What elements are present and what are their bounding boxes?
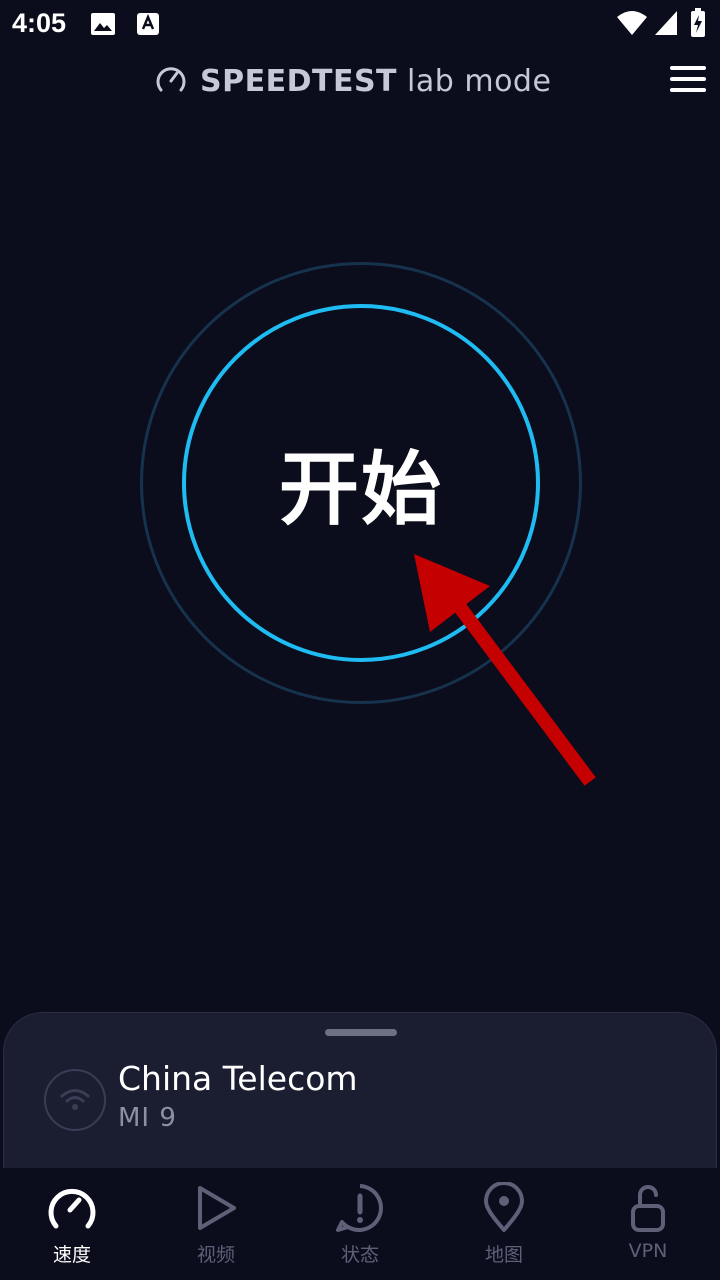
- map-pin-icon: [484, 1182, 524, 1232]
- nav-status[interactable]: 状态: [288, 1168, 432, 1280]
- alert-icon: [336, 1184, 383, 1232]
- app-title-text: SPEEDTEST lab mode: [200, 64, 551, 99]
- sheet-drag-handle[interactable]: [325, 1029, 397, 1036]
- hamburger-menu-icon: [670, 66, 706, 70]
- text-a-icon: [136, 12, 160, 40]
- unlock-icon: [631, 1185, 665, 1232]
- bottom-nav: 速度 视频 状态 地图 VPN: [0, 1168, 720, 1280]
- nav-vpn[interactable]: VPN: [576, 1168, 720, 1280]
- app-header: SPEEDTEST lab mode: [0, 56, 720, 106]
- play-icon: [198, 1186, 236, 1230]
- nav-speed-label: 速度: [52, 1244, 91, 1266]
- go-button-label: 开始: [279, 443, 443, 536]
- nav-status-label: 状态: [340, 1244, 379, 1266]
- menu-button[interactable]: [670, 66, 706, 94]
- status-bar: 4:05: [0, 0, 720, 48]
- nav-map[interactable]: 地图: [432, 1168, 576, 1280]
- hamburger-line: [670, 77, 706, 81]
- nav-video-label: 视频: [196, 1244, 235, 1266]
- connection-sheet[interactable]: China Telecom MI 9: [3, 1012, 717, 1172]
- nav-map-label: 地图: [484, 1244, 523, 1266]
- status-time: 4:05: [12, 8, 67, 38]
- nav-vpn-label: VPN: [628, 1240, 668, 1262]
- wifi-icon: [616, 10, 648, 40]
- speedometer-icon: [154, 62, 188, 100]
- device-name: MI 9: [118, 1103, 177, 1133]
- battery-charging-icon: [690, 8, 706, 42]
- nav-video[interactable]: 视频: [144, 1168, 288, 1280]
- provider-name: China Telecom: [118, 1059, 358, 1098]
- image-icon: [90, 12, 116, 40]
- hamburger-line: [670, 88, 706, 92]
- cell-signal-icon: [654, 10, 678, 40]
- connection-wifi-icon: [44, 1069, 106, 1131]
- title-light: lab mode: [397, 63, 552, 99]
- annotation-arrow-icon: [414, 554, 596, 786]
- app-title: SPEEDTEST lab mode: [154, 62, 551, 100]
- nav-speed[interactable]: 速度: [0, 1168, 144, 1280]
- title-bold: SPEEDTEST: [200, 63, 398, 99]
- speedometer-icon: [48, 1188, 96, 1229]
